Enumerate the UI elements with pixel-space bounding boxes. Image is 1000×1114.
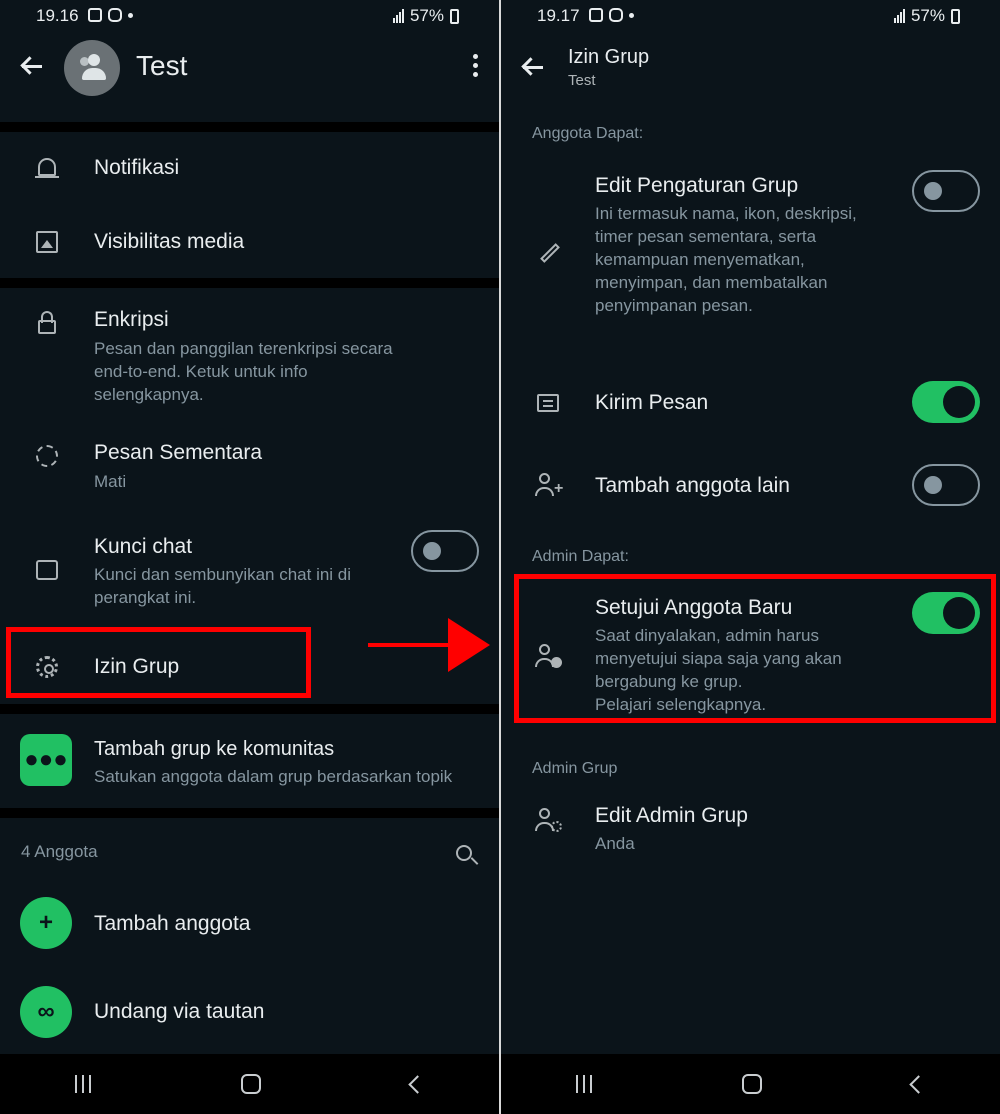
row-komunitas-title: Tambah grup ke komunitas [94, 738, 335, 760]
more-notifications-icon [128, 13, 133, 18]
row-pesan-title: Pesan Sementara [94, 441, 263, 464]
kunci-chat-toggle[interactable] [411, 530, 479, 572]
row-edit-admin-title: Edit Admin Grup [595, 804, 748, 827]
row-edit-pengaturan[interactable]: Edit Pengaturan Grup Ini termasuk nama, … [501, 160, 1000, 350]
android-nav-bar [0, 1054, 499, 1114]
add-person-icon: + [535, 473, 563, 499]
nav-back-icon[interactable] [909, 1074, 928, 1094]
status-bar: 19.16 57% [0, 0, 499, 32]
status-bar: 19.17 57% [501, 0, 1000, 32]
android-nav-bar [501, 1054, 1000, 1114]
members-count: 4 Anggota [21, 842, 98, 861]
row-kunci-title: Kunci chat [94, 535, 193, 558]
notification-icons [88, 8, 133, 22]
section-admin-grup: Admin Grup [532, 760, 618, 777]
row-edit-admin-sub: Anda [595, 834, 635, 853]
row-tambah-anggota-lain[interactable]: + Tambah anggota lain [501, 453, 1000, 518]
home-icon[interactable] [241, 1074, 261, 1094]
section-divider [0, 122, 499, 132]
highlight-box-izin-grup [6, 627, 311, 698]
edit-pengaturan-toggle[interactable] [912, 170, 980, 212]
community-icon: ●●● [20, 734, 72, 786]
kirim-pesan-toggle[interactable] [912, 381, 980, 423]
group-header: Test [0, 32, 499, 122]
page-title: Izin Grup [568, 46, 650, 68]
group-info-screen: 19.16 57% Test Notifikasi Visibilitas me… [0, 0, 499, 1114]
row-tambah-label: Tambah anggota [94, 912, 251, 935]
row-enkripsi[interactable]: Enkripsi Pesan dan panggilan terenkripsi… [0, 288, 499, 413]
gallery-icon [589, 8, 603, 22]
instagram-icon [108, 8, 122, 22]
notification-icons [589, 8, 634, 22]
section-anggota-dapat: Anggota Dapat: [532, 125, 644, 142]
status-time: 19.17 [537, 6, 580, 25]
section-divider [0, 704, 499, 714]
battery-percent: 57% [910, 6, 945, 25]
message-icon [535, 390, 561, 416]
add-person-icon: + [20, 897, 72, 949]
search-icon[interactable] [456, 845, 479, 867]
timer-icon [34, 443, 60, 469]
instagram-icon [609, 8, 623, 22]
recents-icon[interactable] [576, 1075, 592, 1093]
row-pesan-sub: Mati [94, 472, 127, 491]
highlight-box-setujui [514, 574, 996, 723]
row-edit-sub: Ini termasuk nama, ikon, deskripsi, time… [595, 204, 857, 315]
tambah-anggota-toggle[interactable] [912, 464, 980, 506]
group-avatar[interactable] [64, 40, 120, 96]
recents-icon[interactable] [75, 1075, 91, 1093]
group-name: Test [136, 50, 188, 81]
row-undang-tautan[interactable]: ∞ Undang via tautan [0, 972, 499, 1052]
row-kirim-label: Kirim Pesan [595, 391, 709, 414]
battery-icon [450, 8, 459, 24]
gallery-icon [88, 8, 102, 22]
red-arrow-icon [368, 618, 490, 672]
section-divider [0, 808, 499, 818]
link-icon: ∞ [20, 986, 72, 1038]
row-edit-admin[interactable]: Edit Admin Grup Anda [501, 790, 1000, 865]
chat-lock-icon [34, 554, 60, 580]
row-kirim-pesan[interactable]: Kirim Pesan [501, 370, 1000, 435]
section-admin-dapat: Admin Dapat: [532, 548, 629, 565]
image-icon [34, 229, 60, 255]
section-divider [0, 278, 499, 288]
row-tambah-lain-label: Tambah anggota lain [595, 474, 790, 497]
row-tambah-komunitas[interactable]: ●●● Tambah grup ke komunitas Satukan ang… [0, 714, 499, 808]
row-notifikasi-label: Notifikasi [94, 156, 180, 179]
row-notifikasi[interactable]: Notifikasi [0, 132, 499, 204]
back-arrow-icon[interactable] [521, 55, 545, 79]
battery-percent: 57% [409, 6, 444, 25]
more-options-icon[interactable] [473, 54, 479, 77]
bell-icon [34, 156, 60, 182]
row-tambah-anggota[interactable]: + Tambah anggota [0, 885, 499, 965]
signal-icon [392, 9, 404, 23]
person-gear-icon [535, 808, 562, 834]
izin-grup-screen: 19.17 57% Izin Grup Test Anggota Dapat: … [501, 0, 1000, 1114]
battery-icon [951, 8, 960, 24]
row-edit-title: Edit Pengaturan Grup [595, 174, 799, 197]
row-kunci-chat[interactable]: Kunci chat Kunci dan sembunyikan chat in… [0, 520, 499, 620]
row-komunitas-sub: Satukan anggota dalam grup berdasarkan t… [94, 767, 453, 786]
nav-back-icon[interactable] [408, 1074, 427, 1094]
row-kunci-sub: Kunci dan sembunyikan chat ini di perang… [94, 565, 352, 607]
page-subtitle: Test [568, 72, 596, 89]
row-undang-label: Undang via tautan [94, 1000, 265, 1023]
row-enkripsi-sub: Pesan dan panggilan terenkripsi secara e… [94, 339, 393, 404]
row-visibilitas-label: Visibilitas media [94, 230, 245, 253]
back-arrow-icon[interactable] [20, 54, 44, 78]
status-time: 19.16 [36, 6, 79, 25]
row-visibilitas-media[interactable]: Visibilitas media [0, 205, 499, 277]
pencil-icon [535, 240, 561, 266]
signal-icon [893, 9, 905, 23]
more-notifications-icon [629, 13, 634, 18]
row-pesan-sementara[interactable]: Pesan Sementara Mati [0, 425, 499, 510]
lock-icon [34, 310, 60, 336]
row-enkripsi-title: Enkripsi [94, 308, 169, 331]
home-icon[interactable] [742, 1074, 762, 1094]
